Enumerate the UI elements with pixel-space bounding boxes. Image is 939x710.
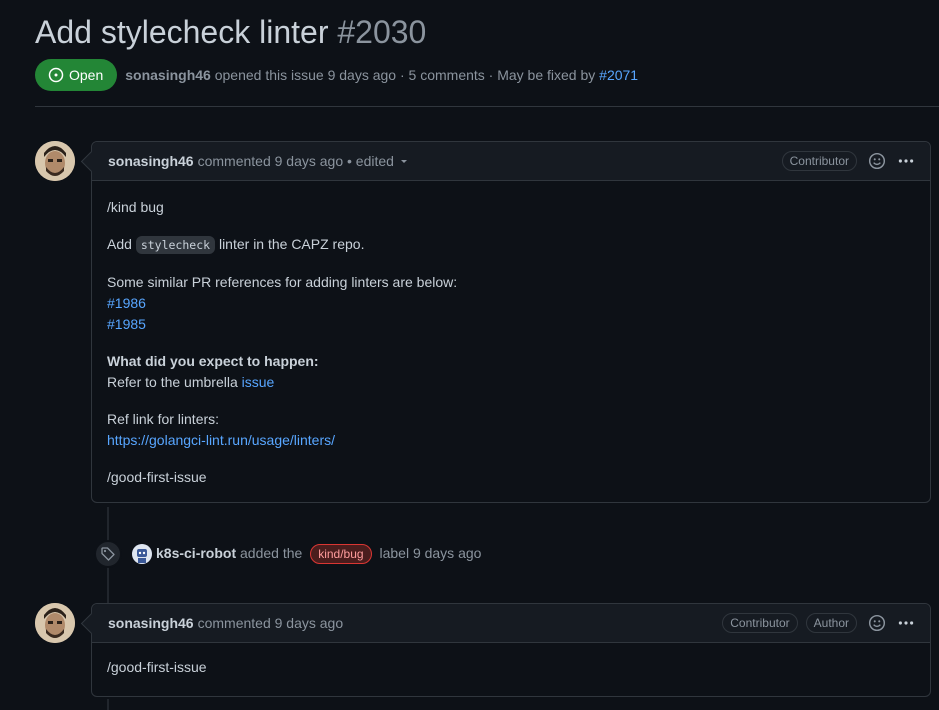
pr-link[interactable]: #1986 xyxy=(107,295,146,311)
issue-open-icon xyxy=(48,67,64,83)
contributor-badge: Contributor xyxy=(722,613,798,633)
label-pill[interactable]: kind/bug xyxy=(310,544,372,564)
body-text: /good-first-issue xyxy=(107,469,207,485)
body-text: /good-first-issue xyxy=(107,659,207,675)
issue-author-link[interactable]: sonasingh46 xyxy=(125,67,211,83)
event-text: k8s-ci-robot added the kind/bug label 9 … xyxy=(156,544,481,564)
comment-header: sonasingh46 commented 9 days ago • edite… xyxy=(92,142,930,181)
comment-meta[interactable]: commented 9 days ago xyxy=(198,615,344,631)
issue-title: Add stylecheck linter #2030 xyxy=(35,12,426,52)
comment-header: sonasingh46 commented 9 days ago Contrib… xyxy=(92,604,930,643)
body-text: Ref link for linters: https://golangci-l… xyxy=(107,411,336,448)
opened-text: opened this issue 9 days ago · 5 comment… xyxy=(214,67,596,83)
kebab-menu-icon[interactable] xyxy=(897,152,915,170)
comment-body: /kind bug Add stylecheck linter in the C… xyxy=(92,181,930,502)
body-text: Add stylecheck linter in the CAPZ repo. xyxy=(107,236,365,254)
comment: sonasingh46 commented 9 days ago • edite… xyxy=(91,141,931,503)
avatar[interactable] xyxy=(35,141,75,181)
inline-code: stylecheck xyxy=(135,236,216,254)
issue-title-text: Add stylecheck linter xyxy=(35,14,329,50)
comment-author[interactable]: sonasingh46 xyxy=(108,615,194,631)
label-event: k8s-ci-robot added the kind/bug label 9 … xyxy=(94,540,481,568)
contributor-badge: Contributor xyxy=(781,151,857,171)
author-badge: Author xyxy=(805,613,857,633)
comment-meta[interactable]: commented 9 days ago • edited xyxy=(198,153,394,169)
tag-icon xyxy=(94,540,122,568)
body-text: Some similar PR references for adding li… xyxy=(107,274,458,332)
header-divider xyxy=(35,106,939,107)
avatar[interactable] xyxy=(35,603,75,643)
comment-author[interactable]: sonasingh46 xyxy=(108,153,194,169)
issue-meta: Open sonasingh46 opened this issue 9 day… xyxy=(35,59,638,91)
state-badge: Open xyxy=(35,59,118,91)
linked-pr-link[interactable]: #2071 xyxy=(599,67,638,83)
expect-heading: What did you expect to happen: xyxy=(107,353,319,369)
avatar[interactable] xyxy=(132,544,152,564)
pr-link[interactable]: #1985 xyxy=(107,316,146,332)
emoji-reaction-icon[interactable] xyxy=(868,614,886,632)
state-label: Open xyxy=(69,67,104,83)
umbrella-issue-link[interactable]: issue xyxy=(242,374,275,390)
event-actor[interactable]: k8s-ci-robot xyxy=(156,545,236,561)
issue-number: #2030 xyxy=(337,14,427,50)
body-text: What did you expect to happen: Refer to … xyxy=(107,353,319,390)
body-text: /kind bug xyxy=(107,199,164,215)
kebab-menu-icon[interactable] xyxy=(897,614,915,632)
linters-url-link[interactable]: https://golangci-lint.run/usage/linters/ xyxy=(107,432,335,448)
comment-body: /good-first-issue xyxy=(92,643,930,696)
emoji-reaction-icon[interactable] xyxy=(868,152,886,170)
chevron-down-icon[interactable] xyxy=(396,153,412,169)
timeline-line xyxy=(107,699,109,710)
comment: sonasingh46 commented 9 days ago Contrib… xyxy=(91,603,931,697)
meta-text: sonasingh46 opened this issue 9 days ago… xyxy=(125,67,638,83)
